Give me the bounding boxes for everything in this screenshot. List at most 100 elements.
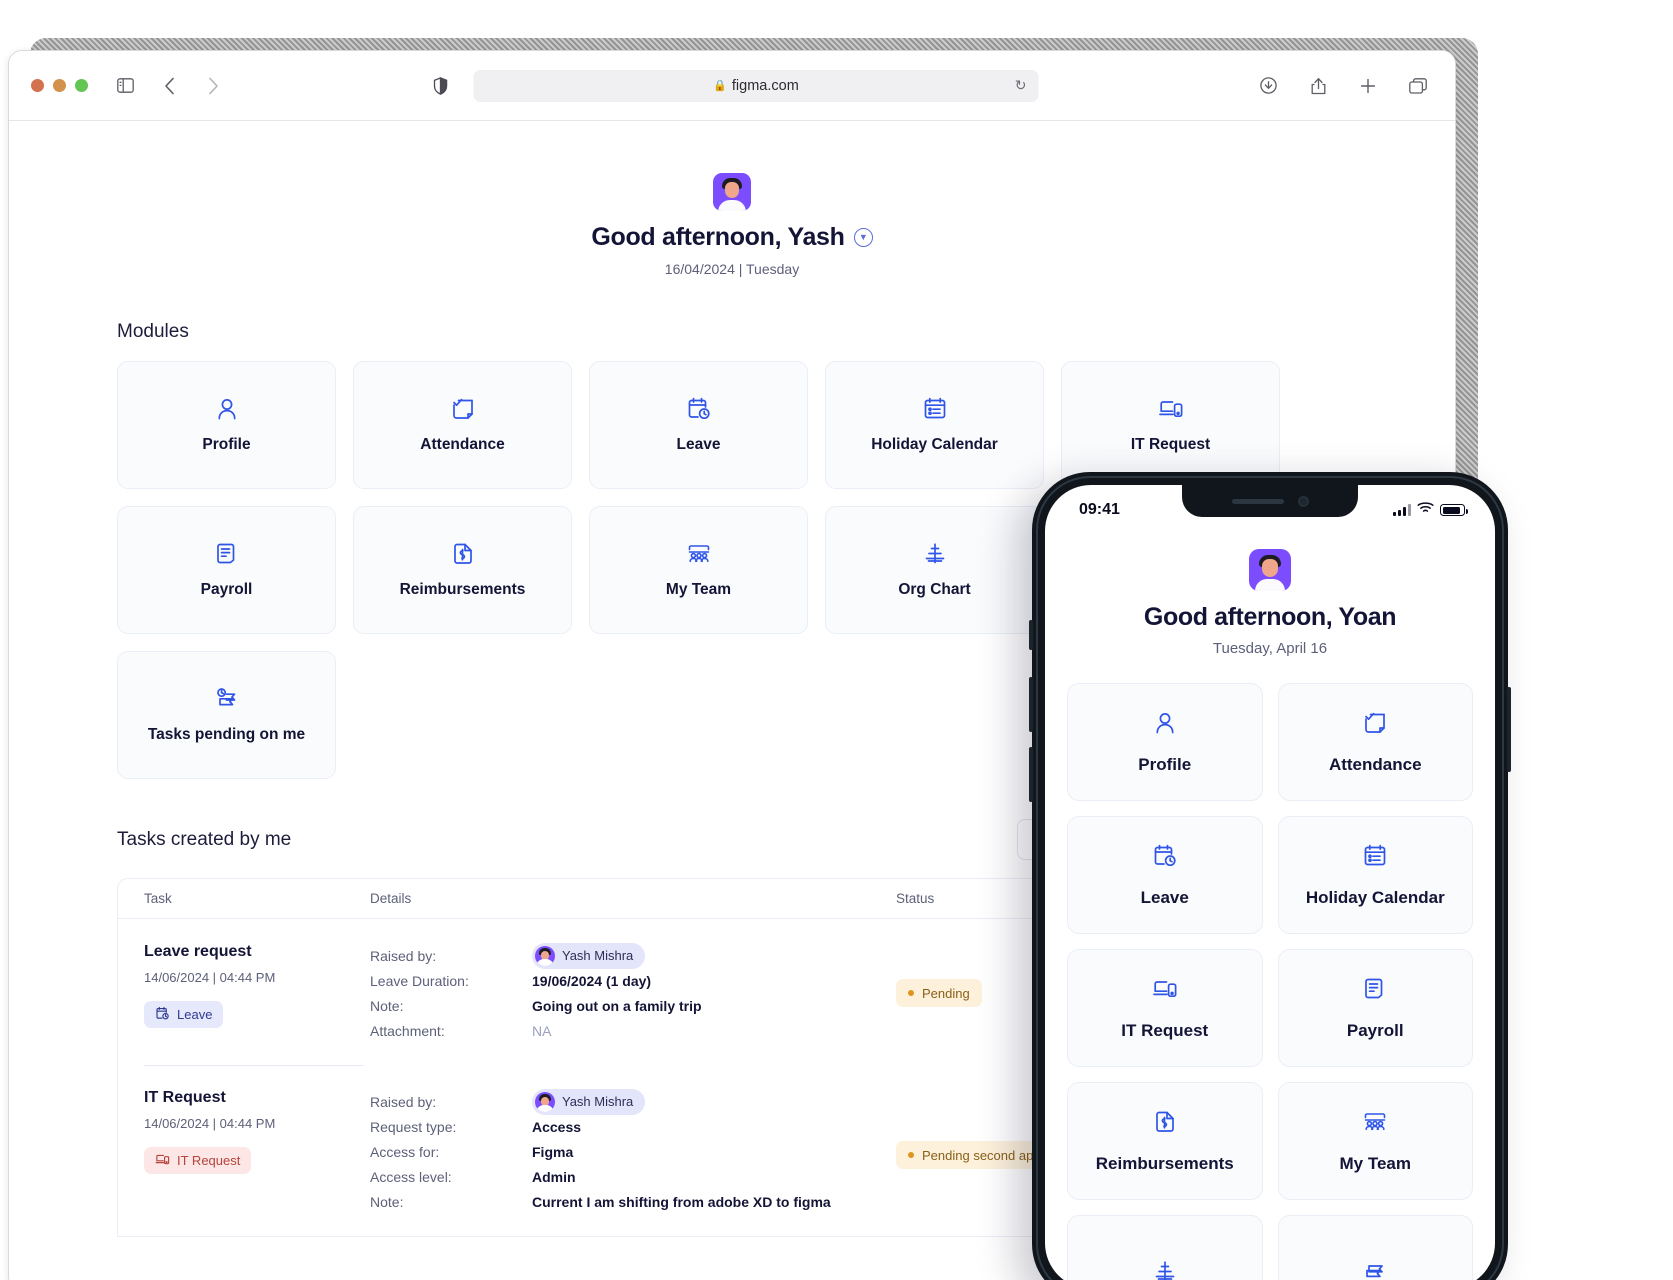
reload-icon[interactable]: ↻ (1015, 77, 1027, 94)
details-cell: Raised by: Yash Mishra Request type: Acc… (370, 1088, 896, 1214)
browser-toolbar-right (1253, 71, 1433, 101)
page-title: Good afternoon, Yash ▼ (591, 223, 873, 252)
phone-module-label: Attendance (1328, 754, 1422, 774)
phone-page-title: Good afternoon, Yoan (1143, 603, 1397, 631)
user-chip: Yash Mishra (532, 942, 646, 969)
phone-module-card-reimbursements[interactable]: Reimbursements (1067, 1082, 1263, 1200)
task-cell: IT Request 14/06/2024 | 04:44 PM IT Requ… (118, 1089, 370, 1214)
dollar-document-icon (1152, 1109, 1178, 1140)
browser-nav-buttons[interactable] (154, 71, 228, 101)
phone-screen: 09:41 Good afternoon, Yoan Tuesday, Apri… (1045, 485, 1495, 1280)
detail-value: NA (532, 1022, 552, 1039)
phone-module-card-leave[interactable]: Leave (1067, 816, 1263, 934)
task-timestamp: 14/06/2024 | 04:44 PM (144, 1116, 276, 1131)
module-card-it-request[interactable]: IT Request (1061, 361, 1280, 489)
close-window-button[interactable] (31, 79, 44, 92)
tasks-pending-icon (214, 686, 240, 712)
column-header-task: Task (144, 891, 172, 906)
detail-key: Attachment: (370, 1022, 445, 1039)
phone-module-card-my-team[interactable]: My Team (1277, 1082, 1473, 1200)
window-traffic-lights[interactable] (31, 79, 88, 92)
module-card-my-team[interactable]: My Team (589, 506, 808, 634)
team-icon (686, 541, 712, 567)
calendar-list-icon (922, 396, 948, 422)
phone-date-line: Tuesday, April 16 (1212, 640, 1328, 657)
sidebar-icon[interactable] (110, 71, 140, 101)
task-timestamp: 14/06/2024 | 04:44 PM (144, 970, 276, 985)
phone-module-card-holiday-calendar[interactable]: Holiday Calendar (1277, 816, 1473, 934)
phone-module-label: Payroll (1346, 1020, 1404, 1040)
user-chip: Yash Mishra (532, 1088, 646, 1115)
detail-key: Note: (370, 997, 404, 1014)
phone-module-card-attendance[interactable]: Attendance (1277, 683, 1473, 801)
url-bar[interactable]: 🔒 figma.com ↻ (473, 69, 1039, 102)
phone-module-label: Reimbursements (1095, 1153, 1234, 1173)
calendar-clock-icon (155, 1006, 170, 1024)
team-icon (1362, 1109, 1388, 1140)
task-module-tag: IT Request (144, 1147, 252, 1174)
calendar-clock-icon (686, 396, 712, 422)
address-bar-group: 🔒 figma.com ↻ (426, 69, 1039, 102)
detail-value: 19/06/2024 (1 day) (532, 972, 652, 989)
detail-row: Access for: Figma (370, 1139, 896, 1164)
module-card-profile[interactable]: Profile (117, 361, 336, 489)
status-bar-time: 09:41 (1079, 501, 1120, 518)
browser-toolbar: 🔒 figma.com ↻ (9, 51, 1455, 121)
status-bar-indicators (1393, 501, 1468, 519)
tab-overview-icon[interactable] (1403, 71, 1433, 101)
module-card-leave[interactable]: Leave (589, 361, 808, 489)
phone-module-card-payroll[interactable]: Payroll (1277, 949, 1473, 1067)
phone-module-card-partial-left[interactable] (1067, 1215, 1263, 1280)
phone-module-card-profile[interactable]: Profile (1067, 683, 1263, 801)
module-label: Tasks pending on me (147, 726, 306, 743)
phone-module-label: IT Request (1121, 1020, 1209, 1040)
tasks-created-icon (1362, 1259, 1388, 1280)
phone-volume-down-button[interactable] (1029, 747, 1033, 802)
check-document-icon (1362, 710, 1388, 741)
user-icon (1152, 710, 1178, 741)
plus-icon[interactable] (1353, 71, 1383, 101)
module-card-org-chart[interactable]: Org Chart (825, 506, 1044, 634)
avatar (713, 173, 751, 211)
task-module-tag-label: IT Request (177, 1153, 241, 1168)
module-card-attendance[interactable]: Attendance (353, 361, 572, 489)
phone-module-label: Leave (1140, 887, 1189, 907)
download-icon[interactable] (1253, 71, 1283, 101)
battery-icon (1440, 504, 1468, 516)
module-card-reimbursements[interactable]: Reimbursements (353, 506, 572, 634)
check-document-icon (450, 396, 476, 422)
phone-module-card-partial-right[interactable] (1277, 1215, 1473, 1280)
org-chart-icon (1152, 1259, 1178, 1280)
status-badge: Pending second ap (896, 1141, 1046, 1169)
shield-icon[interactable] (426, 71, 456, 101)
detail-value: Yash Mishra (562, 948, 634, 963)
detail-key: Note: (370, 1193, 404, 1210)
module-card-holiday-calendar[interactable]: Holiday Calendar (825, 361, 1044, 489)
phone-mute-switch[interactable] (1029, 620, 1033, 650)
module-card-tasks-pending-on-me[interactable]: Tasks pending on me (117, 651, 336, 779)
status-badge: Pending (896, 979, 982, 1007)
dollar-document-icon (450, 541, 476, 567)
org-chart-icon (922, 541, 948, 567)
zoom-window-button[interactable] (75, 79, 88, 92)
detail-key: Access for: (370, 1143, 440, 1160)
chevron-down-icon[interactable]: ▼ (853, 228, 873, 247)
share-icon[interactable] (1303, 71, 1333, 101)
lock-icon: 🔒 (713, 80, 727, 92)
minimize-window-button[interactable] (53, 79, 66, 92)
chevron-right-icon[interactable] (198, 71, 228, 101)
detail-row: Leave Duration: 19/06/2024 (1 day) (370, 968, 896, 993)
module-label: Leave (676, 436, 721, 453)
avatar (535, 945, 555, 966)
cellular-signal-icon (1393, 504, 1411, 516)
chevron-left-icon[interactable] (154, 71, 184, 101)
module-label: Reimbursements (399, 581, 526, 598)
phone-power-button[interactable] (1507, 687, 1511, 772)
module-label: Holiday Calendar (871, 436, 998, 453)
phone-module-card-it-request[interactable]: IT Request (1067, 949, 1263, 1067)
module-card-payroll[interactable]: Payroll (117, 506, 336, 634)
greeting-block: Good afternoon, Yash ▼ 16/04/2024 | Tues… (9, 121, 1455, 277)
module-label: Org Chart (898, 581, 971, 598)
detail-value: Figma (532, 1143, 574, 1160)
phone-volume-up-button[interactable] (1029, 677, 1033, 732)
